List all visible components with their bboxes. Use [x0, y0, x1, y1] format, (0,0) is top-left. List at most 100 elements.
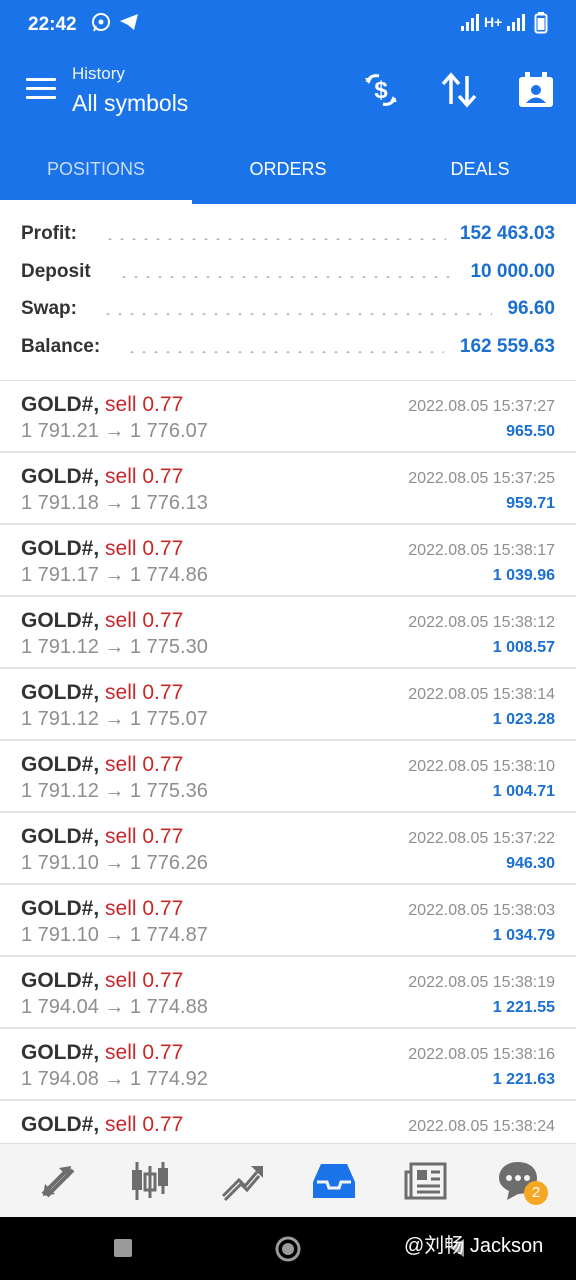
position-row[interactable]: GOLD#, sell 0.77 2022.08.05 15:38:24: [0, 1101, 576, 1143]
trade-side: sell 0.77: [105, 1113, 184, 1136]
price-range: 1 791.17 → 1 774.86: [21, 564, 208, 586]
positions-list[interactable]: GOLD#, sell 0.77 1 791.21 → 1 776.07 2022.…: [0, 381, 576, 1143]
position-profit: 1 039.96: [492, 567, 555, 584]
position-row[interactable]: GOLD#, sell 0.77 1 791.21 → 1 776.07 2022.…: [0, 381, 576, 453]
position-datetime: 2022.08.05 15:37:22: [408, 830, 555, 847]
telegram-icon: [120, 14, 138, 30]
summary-label: Profit:: [21, 223, 77, 244]
position-row[interactable]: GOLD#, sell 0.77 1 794.08 → 1 774.92 2022.…: [0, 1029, 576, 1101]
position-datetime: 2022.08.05 15:38:12: [408, 614, 555, 631]
summary-swap-row: Swap: 96.60: [0, 289, 576, 327]
price-range: 1 791.21 → 1 776.07: [21, 420, 208, 442]
calendar-icon[interactable]: [516, 70, 556, 110]
dot-leader: [102, 313, 492, 316]
position-profit: 1 034.79: [492, 927, 555, 944]
position-symbol: GOLD#, sell 0.77: [21, 1113, 183, 1137]
price-range: 1 791.12 → 1 775.30: [21, 636, 208, 658]
summary-value: 96.60: [507, 298, 555, 320]
position-row[interactable]: GOLD#, sell 0.77 1 794.04 → 1 774.88 2022.…: [0, 957, 576, 1029]
trade-side: sell 0.77: [105, 969, 184, 992]
trade-side: sell 0.77: [105, 753, 184, 776]
price-range: 1 791.10 → 1 776.26: [21, 852, 208, 874]
position-datetime: 2022.08.05 15:38:10: [408, 758, 555, 775]
position-row[interactable]: GOLD#, sell 0.77 1 791.10 → 1 776.26 2022.…: [0, 813, 576, 885]
position-profit: 1 221.63: [492, 1071, 555, 1088]
trade-icon[interactable]: [219, 1158, 265, 1204]
recents-button[interactable]: [112, 1237, 134, 1259]
summary-label: Swap:: [21, 298, 77, 320]
position-symbol: GOLD#, sell 0.77: [21, 393, 183, 417]
position-row[interactable]: GOLD#, sell 0.77 1 791.10 → 1 774.87 2022.…: [0, 885, 576, 957]
position-symbol: GOLD#, sell 0.77: [21, 825, 183, 849]
currency-exchange-icon[interactable]: $: [361, 70, 401, 110]
sort-icon[interactable]: [439, 70, 479, 110]
summary-deposit-row: Deposit 10 000.00: [0, 252, 576, 290]
price-range: 1 791.12 → 1 775.36: [21, 780, 208, 802]
network-type: H+: [484, 14, 503, 30]
news-icon[interactable]: [403, 1158, 449, 1204]
position-row[interactable]: GOLD#, sell 0.77 1 791.17 → 1 774.86 2022.…: [0, 525, 576, 597]
position-profit: 1 008.57: [492, 639, 555, 656]
price-range: 1 794.04 → 1 774.88: [21, 996, 208, 1018]
position-profit: 1 023.28: [492, 711, 555, 728]
summary-value: 162 559.63: [459, 335, 555, 357]
tab-orders[interactable]: ORDERS: [192, 132, 384, 204]
symbol-name: GOLD#,: [21, 465, 100, 488]
trade-side: sell 0.77: [105, 393, 184, 416]
position-row[interactable]: GOLD#, sell 0.77 1 791.12 → 1 775.07 2022.…: [0, 669, 576, 741]
whatsapp-icon: [92, 13, 110, 32]
position-datetime: 2022.08.05 15:38:03: [408, 902, 555, 919]
position-datetime: 2022.08.05 15:37:25: [408, 470, 555, 487]
position-profit: 1 221.55: [492, 999, 555, 1016]
position-symbol: GOLD#, sell 0.77: [21, 609, 183, 633]
tab-bar: POSITIONS ORDERS DEALS: [0, 132, 576, 204]
position-row[interactable]: GOLD#, sell 0.77 1 791.12 → 1 775.36 2022.…: [0, 741, 576, 813]
bottom-nav: [0, 1143, 576, 1217]
symbol-name: GOLD#,: [21, 897, 100, 920]
quotes-icon[interactable]: [35, 1158, 81, 1204]
position-row[interactable]: GOLD#, sell 0.77 1 791.18 → 1 776.13 2022.…: [0, 453, 576, 525]
history-icon[interactable]: [311, 1158, 357, 1204]
position-row[interactable]: GOLD#, sell 0.77 1 791.12 → 1 775.30 2022.…: [0, 597, 576, 669]
trade-side: sell 0.77: [105, 609, 184, 632]
price-range: 1 794.08 → 1 774.92: [21, 1068, 208, 1090]
summary-balance-row: Balance: 162 559.63: [0, 327, 576, 365]
svg-text:$: $: [374, 77, 388, 104]
position-datetime: 2022.08.05 15:38:14: [408, 686, 555, 703]
system-nav-bar: @刘畅 Jackson: [0, 1217, 576, 1280]
summary-label: Balance:: [21, 335, 101, 357]
position-symbol: GOLD#, sell 0.77: [21, 681, 183, 705]
position-datetime: 2022.08.05 15:38:16: [408, 1046, 555, 1063]
trade-side: sell 0.77: [105, 825, 184, 848]
trade-side: sell 0.77: [105, 1041, 184, 1064]
page-title[interactable]: All symbols: [72, 90, 188, 117]
position-profit: 959.71: [506, 495, 555, 512]
summary-profit-row: Profit: 152 463.03: [0, 214, 576, 252]
signal-icon: [507, 14, 525, 31]
summary-value: 152 463.03: [459, 223, 555, 244]
trade-side: sell 0.77: [105, 537, 184, 560]
app-bar: History All symbols $: [0, 48, 576, 132]
symbol-name: GOLD#,: [21, 753, 100, 776]
signal-icon: [461, 14, 479, 31]
symbol-name: GOLD#,: [21, 393, 100, 416]
watermark: @刘畅 Jackson: [404, 1235, 544, 1257]
trade-side: sell 0.77: [105, 465, 184, 488]
position-profit: 1 004.71: [492, 783, 555, 800]
symbol-name: GOLD#,: [21, 537, 100, 560]
status-time: 22:42: [28, 14, 77, 35]
chart-icon[interactable]: [127, 1158, 173, 1204]
summary-label: Deposit: [21, 260, 91, 282]
position-symbol: GOLD#, sell 0.77: [21, 537, 183, 561]
tab-deals[interactable]: DEALS: [384, 132, 576, 204]
trade-side: sell 0.77: [105, 681, 184, 704]
position-profit: 965.50: [506, 423, 555, 440]
home-button[interactable]: [274, 1235, 302, 1263]
menu-icon[interactable]: [26, 78, 56, 102]
position-datetime: 2022.08.05 15:38:17: [408, 542, 555, 559]
tab-positions[interactable]: POSITIONS: [0, 132, 192, 204]
position-symbol: GOLD#, sell 0.77: [21, 465, 183, 489]
account-summary: Profit: 152 463.03 Deposit 10 000.00 Swa…: [0, 214, 576, 364]
trade-side: sell 0.77: [105, 897, 184, 920]
chat-badge: 2: [524, 1181, 548, 1205]
